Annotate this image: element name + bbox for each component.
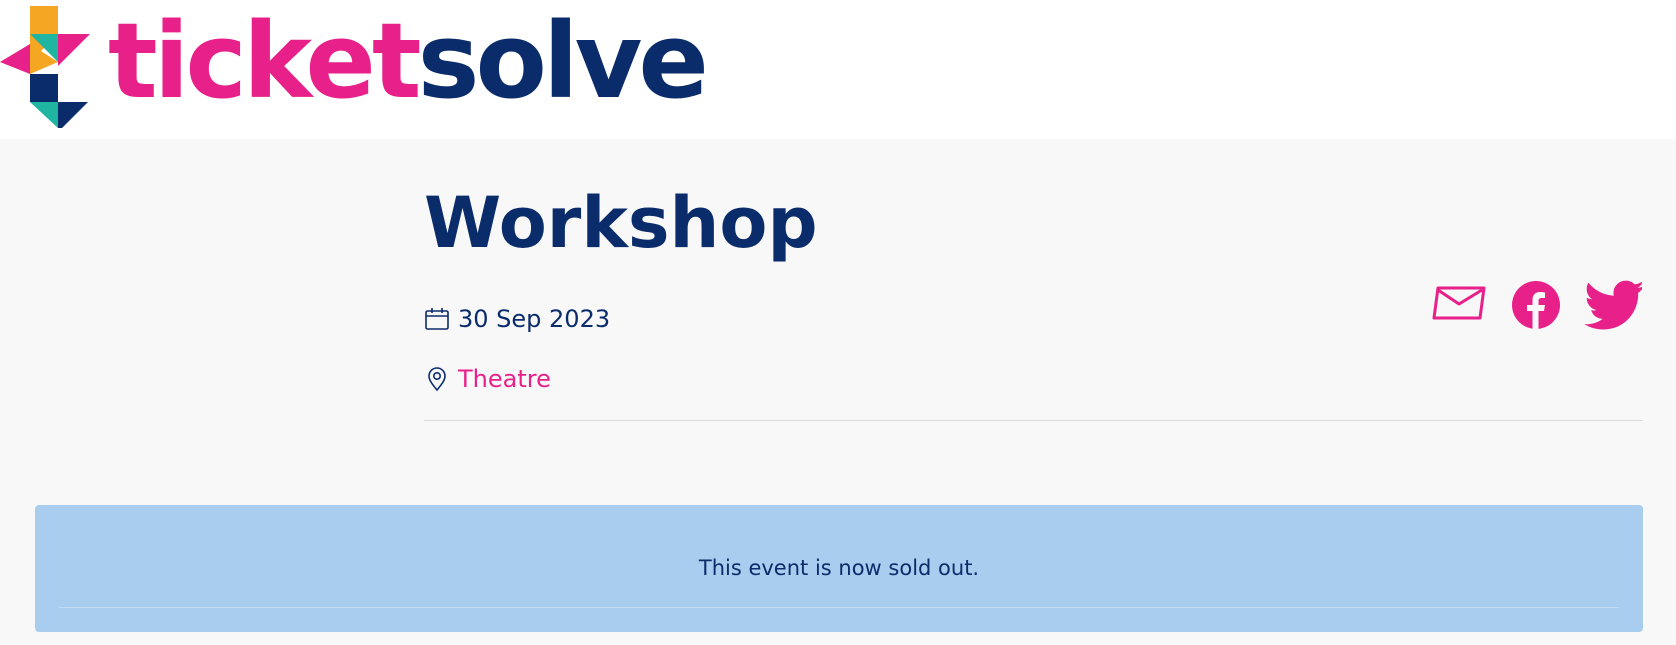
notice-divider xyxy=(59,607,1619,608)
facebook-icon[interactable] xyxy=(1511,280,1561,330)
event-date-row: 30 Sep 2023 xyxy=(424,304,610,334)
header-divider xyxy=(424,420,1643,421)
twitter-icon[interactable] xyxy=(1584,280,1642,330)
event-title: Workshop xyxy=(424,182,818,264)
site-header: ticketsolve xyxy=(0,0,1676,139)
logo-word-ticket: ticket xyxy=(108,0,422,122)
event-venue-row[interactable]: Theatre xyxy=(424,364,551,394)
sold-out-notice: This event is now sold out. xyxy=(35,505,1643,632)
logo-wordmark: ticketsolve xyxy=(108,0,709,122)
event-date: 30 Sep 2023 xyxy=(458,305,611,333)
map-pin-icon xyxy=(428,367,446,392)
ticketsolve-logo[interactable]: ticketsolve xyxy=(0,0,709,128)
calendar-icon xyxy=(425,308,449,330)
sold-out-message: This event is now sold out. xyxy=(698,556,980,580)
logo-word-solve: solve xyxy=(417,0,709,122)
logo-mark-icon xyxy=(0,6,90,128)
mail-icon[interactable] xyxy=(1432,284,1488,324)
event-venue-link[interactable]: Theatre xyxy=(458,364,551,394)
